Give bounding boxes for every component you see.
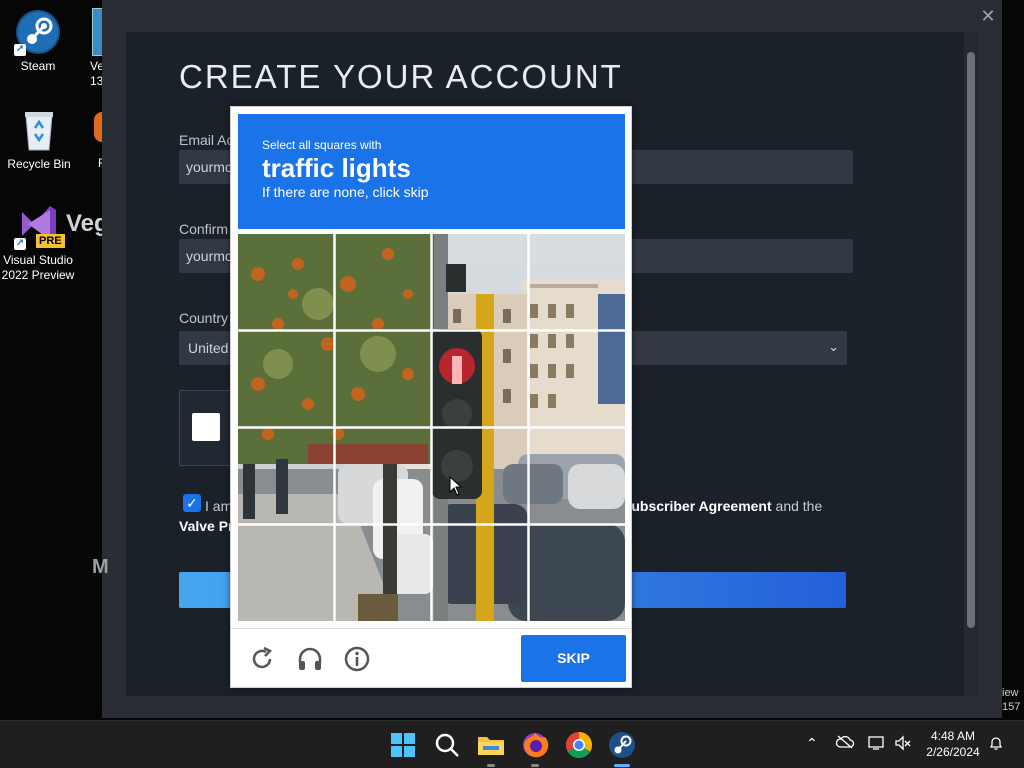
desktop-icon-label: Recycle Bin <box>7 157 71 171</box>
taskbar: ⌃ <box>0 720 1024 768</box>
subscriber-agreement-link[interactable]: Subscriber Agreement <box>622 498 772 514</box>
clock-time: 4:48 AM <box>930 729 976 743</box>
country-label: Country <box>179 310 229 326</box>
system-clock[interactable]: 4:48 AM 2/26/2024 <box>922 728 984 760</box>
file-explorer-icon[interactable] <box>475 729 507 767</box>
privacy-policy-link[interactable]: Valve Pr <box>179 518 234 534</box>
volume-muted-icon[interactable] <box>894 735 912 754</box>
challenge-instruction: Select all squares with <box>262 138 382 152</box>
recaptcha-checkbox[interactable] <box>192 413 220 441</box>
agreement-text-tail: Subscriber Agreement and the <box>622 498 822 514</box>
network-icon[interactable] <box>868 735 886 754</box>
search-icon[interactable] <box>431 729 463 761</box>
visual-studio-icon: PRE ↗ <box>14 202 65 250</box>
notification-bell-icon[interactable] <box>988 735 1004 754</box>
challenge-image-grid <box>238 234 625 621</box>
grid-tile[interactable] <box>529 525 625 621</box>
chevron-up-icon[interactable]: ⌃ <box>806 735 818 752</box>
confirm-email-label: Confirm <box>179 221 229 237</box>
grid-tile[interactable] <box>335 428 431 524</box>
grid-tile[interactable] <box>529 234 625 330</box>
challenge-hint: If there are none, click skip <box>262 184 429 200</box>
steam-icon: ↗ <box>14 8 62 56</box>
audio-icon[interactable] <box>296 645 324 673</box>
desktop-icon-ve[interactable]: Ve13.0 <box>70 8 104 89</box>
firefox-icon[interactable] <box>519 729 551 767</box>
page-title: CREATE YOUR ACCOUNT <box>179 58 623 95</box>
grid-tile[interactable] <box>335 234 431 330</box>
grid-tile[interactable] <box>335 331 431 427</box>
grid-tile[interactable] <box>238 234 334 330</box>
onedrive-icon[interactable] <box>835 735 855 752</box>
mouse-cursor-icon <box>449 475 463 501</box>
chevron-down-icon: ⌄ <box>828 339 839 354</box>
background-window-text: iew 157 <box>1002 687 1021 713</box>
preview-badge: PRE <box>36 234 65 248</box>
running-indicator <box>487 764 495 767</box>
side-text: M <box>92 556 109 578</box>
grid-tile[interactable] <box>529 331 625 427</box>
steam-icon[interactable] <box>606 729 638 767</box>
challenge-target: traffic lights <box>262 153 411 183</box>
grid-tile[interactable] <box>432 428 528 524</box>
agreement-text: I am <box>205 498 233 514</box>
recaptcha-challenge: Select all squares with traffic lights I… <box>230 106 632 688</box>
close-icon[interactable]: ✕ <box>978 6 998 26</box>
scrollbar[interactable] <box>964 32 978 696</box>
grid-tile[interactable] <box>432 234 528 330</box>
clock-date: 2/26/2024 <box>926 745 980 759</box>
start-icon[interactable] <box>387 729 419 761</box>
scrollbar-thumb[interactable] <box>967 52 975 628</box>
desktop-icon-recycle-bin[interactable]: Recycle Bin <box>0 106 79 172</box>
grid-tile[interactable] <box>432 525 528 621</box>
desktop-icon-label: Visual Studio 2022 Preview <box>1 253 75 282</box>
running-indicator <box>531 764 539 767</box>
grid-tile[interactable] <box>238 428 334 524</box>
agreement-and: and the <box>775 498 823 514</box>
agreement-checkbox[interactable]: ✓ <box>183 494 201 512</box>
skip-button[interactable]: SKIP <box>521 635 626 682</box>
grid-tile[interactable] <box>238 525 334 621</box>
footer-divider <box>231 628 631 629</box>
desktop-icon-label: Steam <box>20 59 56 73</box>
recycle-bin-icon <box>15 106 63 154</box>
running-indicator <box>614 764 630 767</box>
grid-tile[interactable] <box>529 428 625 524</box>
chrome-icon[interactable] <box>563 729 595 761</box>
email-label: Email Ac <box>179 132 234 148</box>
challenge-header: Select all squares with traffic lights I… <box>238 114 625 229</box>
grid-tile[interactable] <box>238 331 334 427</box>
info-icon[interactable] <box>343 645 371 673</box>
desktop-icon-steam[interactable]: ↗ Steam <box>0 8 78 74</box>
desktop-icon-partial[interactable] <box>94 112 102 142</box>
grid-tile[interactable] <box>432 331 528 427</box>
grid-tile[interactable] <box>335 525 431 621</box>
reload-icon[interactable] <box>248 645 276 673</box>
country-value: United <box>188 340 229 356</box>
